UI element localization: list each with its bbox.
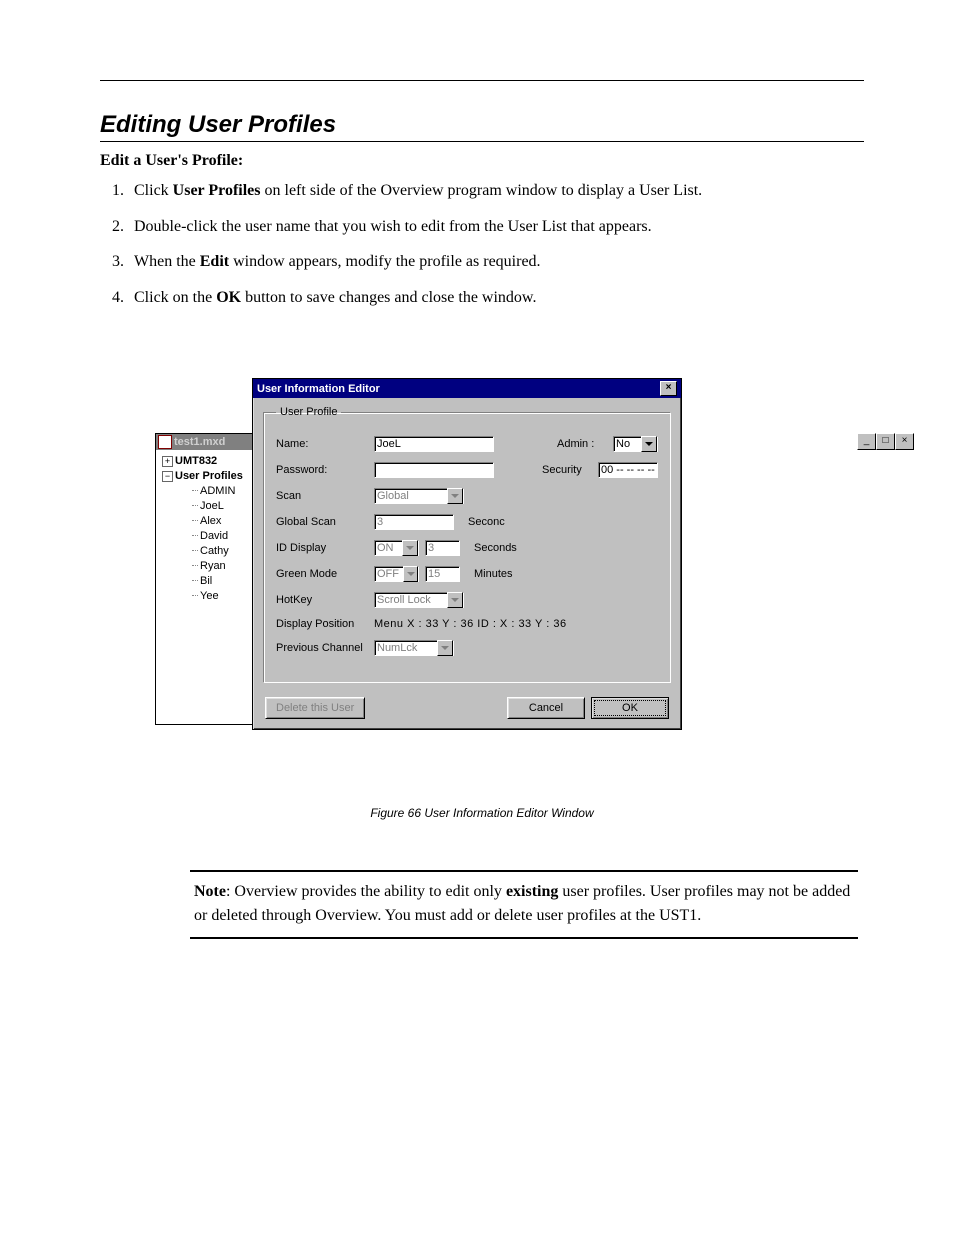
tree-node-label: UMT832 [175,455,217,467]
note-lead: Note [194,883,226,900]
note-box: Note: Overview provides the ability to e… [190,870,858,938]
password-field[interactable] [374,462,494,478]
step-bold: Edit [200,253,229,270]
ok-button[interactable]: OK [591,697,669,719]
step-bold: User Profiles [173,182,261,199]
figure-screenshot: test1.mxd +UMT832 −User Profiles ADMIN J… [100,378,864,778]
admin-label: Admin : [557,438,607,450]
seconds-label: Seconds [474,542,517,554]
password-label: Password: [276,464,368,476]
minimize-icon[interactable]: _ [857,433,876,450]
green-mode-value: OFF [377,568,399,580]
section-heading: Editing User Profiles [100,111,864,142]
tree-node-label: User Profiles [175,470,243,482]
green-minutes-field [425,566,460,582]
delete-user-button: Delete this User [265,697,365,719]
user-info-editor-dialog: User Information Editor × User Profile N… [252,378,682,730]
minutes-label: Minutes [474,568,513,580]
name-label: Name: [276,438,368,450]
id-display-label: ID Display [276,542,368,554]
user-profile-group: User Profile Name: Admin : No Password: … [263,406,671,683]
id-display-select: ON [374,540,419,556]
close-icon[interactable]: × [660,381,677,396]
tree-user[interactable]: Ryan [162,559,264,574]
tree-user[interactable]: ADMIN [162,484,264,499]
display-position-label: Display Position [276,618,368,630]
steps-list: Click User Profiles on left side of the … [100,176,864,318]
parent-window-controls: _ □ × [857,433,914,450]
scan-label: Scan [276,490,368,502]
security-field[interactable] [598,462,658,478]
tree-user[interactable]: Cathy [162,544,264,559]
cancel-button[interactable]: Cancel [507,697,585,719]
hotkey-select: Scroll Lock [374,592,464,608]
admin-select[interactable]: No [613,436,658,452]
step-text: on left side of the Overview program win… [261,182,703,199]
tree-node-umt832[interactable]: +UMT832 [162,454,264,469]
tree-body: +UMT832 −User Profiles ADMIN JoeL Alex D… [156,450,266,606]
global-scan-field [374,514,454,530]
close-icon[interactable]: × [895,433,914,450]
security-label: Security [542,464,592,476]
chevron-down-icon [447,488,463,504]
display-position-value: Menu X : 33 Y : 36 ID : X : 33 Y : 36 [374,618,567,630]
note-bold: existing [506,883,558,900]
dialog-title: User Information Editor [257,383,380,395]
step-text: When the [134,253,200,270]
tree-user[interactable]: Yee [162,589,264,604]
admin-value: No [616,438,630,450]
page-rule [100,80,864,81]
previous-channel-label: Previous Channel [276,642,368,654]
figure-caption: Figure 66 User Information Editor Window [100,806,864,820]
subheading: Edit a User's Profile: [100,152,864,170]
scan-value: Global [377,490,409,502]
group-legend: User Profile [276,406,341,418]
maximize-icon[interactable]: □ [876,433,895,450]
tree-window: test1.mxd +UMT832 −User Profiles ADMIN J… [155,433,267,725]
hotkey-value: Scroll Lock [377,594,431,606]
tree-title-text: test1.mxd [174,436,225,448]
green-mode-label: Green Mode [276,568,368,580]
step-bold: OK [216,289,241,306]
scan-select: Global [374,488,464,504]
step-text: Click on the [134,289,216,306]
dialog-titlebar[interactable]: User Information Editor × [253,379,681,398]
name-field[interactable] [374,436,494,452]
previous-channel-value: NumLck [377,642,417,654]
seconds-label: Seconc [468,516,505,528]
id-display-value: ON [377,542,394,554]
green-mode-select: OFF [374,566,419,582]
step-2: Double-click the user name that you wish… [128,212,864,248]
hotkey-label: HotKey [276,594,368,606]
tree-titlebar: test1.mxd [156,434,266,450]
note-text: : Overview provides the ability to edit … [226,883,506,900]
chevron-down-icon [447,592,463,608]
step-1: Click User Profiles on left side of the … [128,176,864,212]
step-4: Click on the OK button to save changes a… [128,283,864,319]
step-3: When the Edit window appears, modify the… [128,247,864,283]
tree-user[interactable]: Alex [162,514,264,529]
step-text: window appears, modify the profile as re… [229,253,540,270]
chevron-down-icon [437,640,453,656]
chevron-down-icon [641,436,657,452]
global-scan-label: Global Scan [276,516,368,528]
step-text: button to save changes and close the win… [241,289,536,306]
db-icon [158,435,172,449]
chevron-down-icon [402,540,418,556]
tree-user[interactable]: Bil [162,574,264,589]
tree-user[interactable]: JoeL [162,499,264,514]
step-text: Click [134,182,173,199]
id-display-seconds-field [425,540,460,556]
previous-channel-select: NumLck [374,640,454,656]
tree-user[interactable]: David [162,529,264,544]
tree-node-user-profiles[interactable]: −User Profiles [162,469,264,484]
chevron-down-icon [403,566,418,582]
